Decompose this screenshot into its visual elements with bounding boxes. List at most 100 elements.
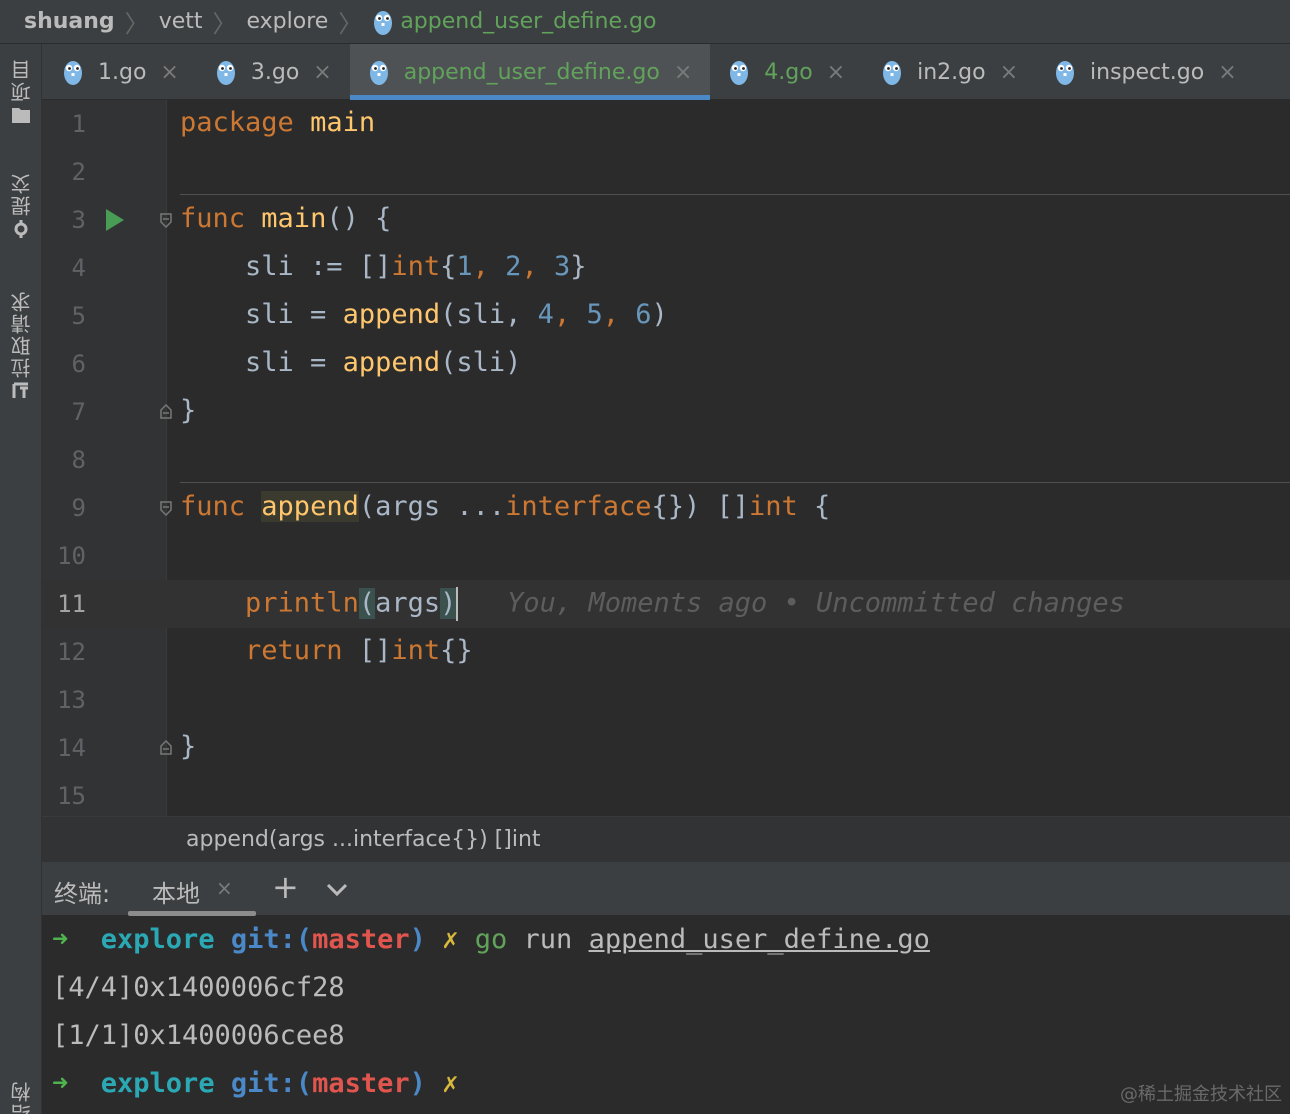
breadcrumb-item-explore[interactable]: explore: [247, 9, 329, 34]
tab-label: append_user_define.go: [403, 59, 660, 85]
line-number: 14: [57, 734, 86, 762]
pull-requests-tool-tab[interactable]: 拉取请求: [0, 290, 42, 404]
line-number: 1: [71, 110, 86, 138]
code-line[interactable]: 15: [42, 772, 1290, 816]
tab-inspect-go[interactable]: inspect.go ×: [1036, 44, 1255, 100]
commit-tool-label: 提交: [9, 172, 34, 216]
function-signature: append(args ...interface{}) []int: [186, 827, 541, 852]
code-line[interactable]: 1 package main: [42, 100, 1290, 148]
run-icon[interactable]: [106, 209, 124, 231]
close-icon[interactable]: ×: [313, 60, 331, 85]
tab-append-user-define-go[interactable]: append_user_define.go ×: [349, 44, 711, 100]
code-line[interactable]: 9 func append(args ...interface{}) []int…: [42, 484, 1290, 532]
watermark: @稀土掘金技术社区: [1120, 1084, 1282, 1105]
line-number: 4: [71, 254, 86, 282]
fold-icon[interactable]: [158, 404, 174, 420]
terminal-tab-local[interactable]: 本地 ×: [128, 862, 256, 916]
go-file-icon: [372, 8, 394, 36]
close-icon[interactable]: ×: [827, 60, 845, 85]
tab-in2-go[interactable]: in2.go ×: [863, 44, 1036, 100]
text-caret: [456, 587, 459, 621]
tab-1-go[interactable]: 1.go ×: [42, 44, 197, 100]
code-text: func main() {: [180, 203, 392, 234]
pull-requests-tool-label: 拉取请求: [9, 290, 34, 378]
fold-icon[interactable]: [158, 212, 174, 228]
code-text: sli = append(sli, 4, 5, 6): [245, 299, 668, 330]
close-icon[interactable]: ×: [1000, 60, 1018, 85]
code-line[interactable]: 4 sli := []int{1, 2, 3}: [42, 244, 1290, 292]
close-icon[interactable]: ×: [1218, 60, 1236, 85]
close-icon[interactable]: ×: [674, 60, 692, 85]
project-tool-label: 项目: [9, 58, 34, 102]
breadcrumb-item-shuang[interactable]: shuang: [24, 9, 115, 34]
terminal-tab-label: 本地: [152, 880, 200, 908]
line-number: 10: [57, 542, 86, 570]
code-line[interactable]: 14 }: [42, 724, 1290, 772]
code-text: package main: [180, 107, 376, 138]
breadcrumb-file[interactable]: append_user_define.go: [400, 9, 656, 34]
code-line[interactable]: 3 func main() {: [42, 196, 1290, 244]
go-file-icon: [1054, 58, 1076, 86]
tab-label: inspect.go: [1090, 59, 1205, 85]
code-line-current[interactable]: 11 println(args) You, Moments ago • Unco…: [42, 580, 1290, 628]
go-file-icon: [728, 58, 750, 86]
line-number: 8: [71, 446, 86, 474]
close-icon[interactable]: ×: [216, 876, 233, 900]
folder-icon: [12, 108, 30, 123]
code-text: }: [180, 395, 197, 426]
code-editor[interactable]: 1 package main 2 3 func main() { 4 sli :…: [42, 100, 1290, 816]
code-line[interactable]: 10: [42, 532, 1290, 580]
line-number: 2: [71, 158, 86, 186]
go-file-icon: [62, 58, 84, 86]
tab-4-go[interactable]: 4.go ×: [710, 44, 863, 100]
breadcrumb-separator: 〉: [124, 10, 149, 38]
git-blame-annotation[interactable]: You, Moments ago • Uncommitted changes: [507, 588, 1125, 619]
code-text: return []int{}: [245, 635, 473, 666]
code-line[interactable]: 13: [42, 676, 1290, 724]
tab-3-go[interactable]: 3.go ×: [197, 44, 350, 100]
method-separator: [180, 482, 1290, 483]
fold-icon[interactable]: [158, 500, 174, 516]
method-separator: [180, 194, 1290, 195]
terminal-file-link: append_user_define.go: [588, 924, 930, 955]
code-line[interactable]: 2: [42, 148, 1290, 196]
terminal-output-line: [1/1]0x1400006cee8: [52, 1020, 345, 1051]
pull-request-icon: [12, 382, 28, 398]
code-line[interactable]: 8: [42, 436, 1290, 484]
go-file-icon: [368, 58, 390, 86]
plus-icon[interactable]: +: [272, 868, 299, 906]
code-line[interactable]: 7 }: [42, 388, 1290, 436]
project-tool-tab[interactable]: 项目: [0, 58, 42, 128]
line-number: 11: [57, 590, 86, 618]
line-number: 5: [71, 302, 86, 330]
breadcrumb-item-vett[interactable]: vett: [159, 9, 203, 34]
code-line[interactable]: 5 sli = append(sli, 4, 5, 6): [42, 292, 1290, 340]
function-signature-bar[interactable]: append(args ...interface{}) []int: [42, 816, 1290, 862]
breadcrumb-separator: 〉: [338, 10, 363, 38]
left-tool-strip: 项目 提交 拉取请求 结构: [0, 44, 42, 1114]
line-number: 15: [57, 782, 86, 810]
terminal-title: 终端:: [54, 880, 111, 908]
tab-label: in2.go: [917, 59, 986, 85]
tab-label: 3.go: [250, 59, 300, 85]
terminal-header: 终端: 本地 × +: [42, 862, 1290, 916]
code-line[interactable]: 12 return []int{}: [42, 628, 1290, 676]
line-number: 12: [57, 638, 86, 666]
commit-tool-tab[interactable]: 提交: [0, 172, 42, 242]
tab-label: 1.go: [98, 59, 147, 85]
close-icon[interactable]: ×: [160, 60, 178, 85]
structure-tool-tab[interactable]: 结构: [0, 1080, 42, 1114]
line-number: 13: [57, 686, 86, 714]
editor-tab-bar: 1.go × 3.go × append_user_define.go × 4.…: [42, 44, 1290, 100]
line-number: 9: [71, 494, 86, 522]
terminal-output[interactable]: ➜ explore git:(master) ✗ go run append_u…: [42, 916, 1290, 1114]
code-text: sli := []int{1, 2, 3}: [245, 251, 587, 282]
code-text: sli = append(sli): [245, 347, 522, 378]
commit-icon: [14, 220, 28, 238]
code-text: }: [180, 731, 197, 762]
line-number: 6: [71, 350, 86, 378]
fold-icon[interactable]: [158, 740, 174, 756]
structure-tool-label: 结构: [9, 1080, 34, 1114]
chevron-down-icon[interactable]: [324, 876, 350, 902]
code-line[interactable]: 6 sli = append(sli): [42, 340, 1290, 388]
